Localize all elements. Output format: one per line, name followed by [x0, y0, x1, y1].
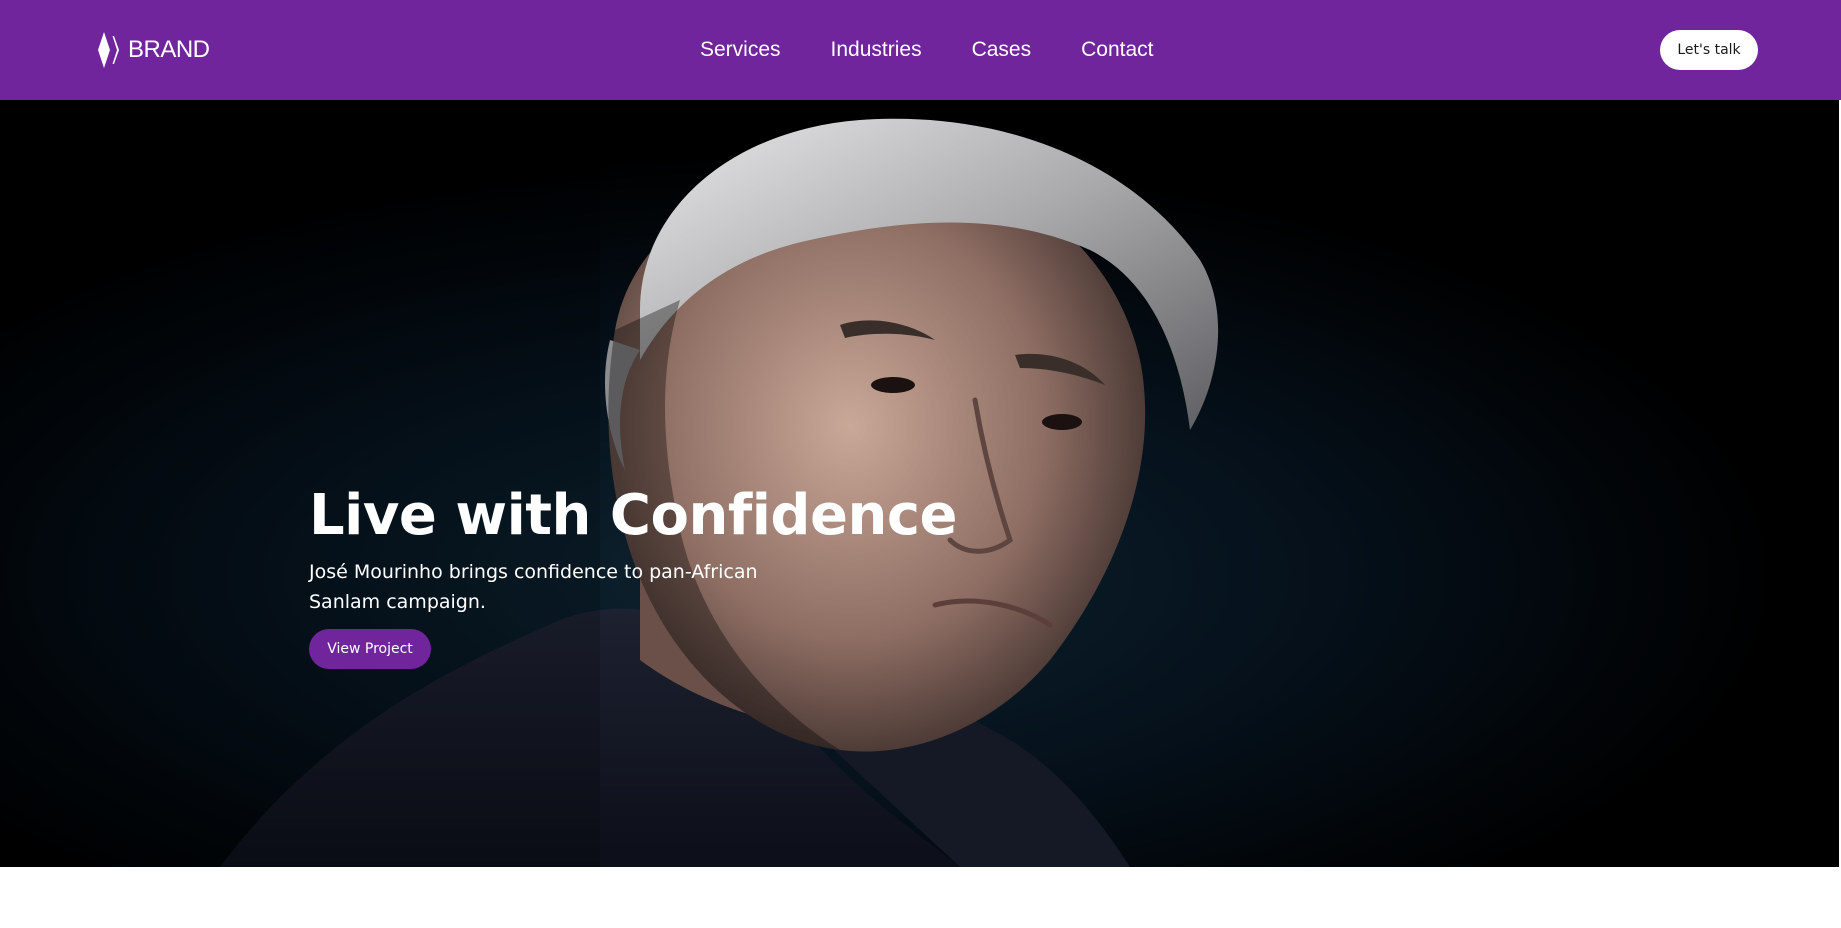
hero-title: Live with Confidence [309, 483, 958, 548]
main-nav: Services Industries Cases Contact [700, 0, 1153, 100]
nav-industries[interactable]: Industries [831, 38, 922, 62]
view-project-button[interactable]: View Project [309, 629, 431, 669]
page: BRAND Services Industries Cases Contact … [0, 0, 1841, 928]
nav-cases[interactable]: Cases [972, 38, 1032, 62]
nav-services[interactable]: Services [700, 38, 781, 62]
hero-section: Live with Confidence José Mourinho bring… [0, 100, 1839, 867]
site-header: BRAND Services Industries Cases Contact … [0, 0, 1841, 100]
brand-logo[interactable]: BRAND [96, 30, 210, 70]
nav-contact[interactable]: Contact [1081, 38, 1153, 62]
hero-content: Live with Confidence José Mourinho bring… [309, 483, 958, 669]
lets-talk-button[interactable]: Let's talk [1660, 30, 1758, 70]
logo-text: BRAND [128, 36, 210, 63]
hero-subtitle: José Mourinho brings confidence to pan-A… [309, 561, 758, 613]
logo-mark-icon [98, 32, 119, 68]
